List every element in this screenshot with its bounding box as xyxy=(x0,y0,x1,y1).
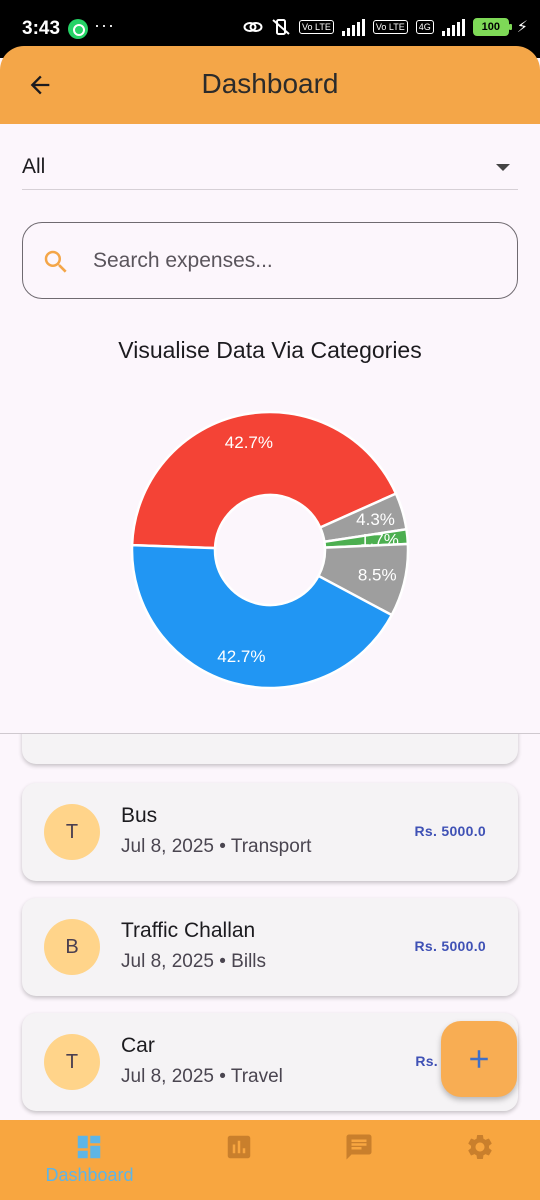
app-bar: Dashboard xyxy=(0,46,540,124)
settings-icon xyxy=(468,1135,492,1159)
category-avatar: T xyxy=(44,1034,100,1090)
nav-item-dashboard[interactable]: Dashboard xyxy=(22,1120,157,1200)
expense-card-partial[interactable] xyxy=(22,734,518,764)
nav-label-dashboard: Dashboard xyxy=(45,1165,134,1185)
dashboard-icon xyxy=(77,1135,101,1159)
expense-card[interactable]: T Bus Jul 8, 2025 • Transport Rs. 5000.0 xyxy=(22,783,518,881)
vibrate-off-icon xyxy=(272,19,290,35)
chart-slice-label: 4.3% xyxy=(356,510,395,529)
volte-icon: Vo LTE xyxy=(372,20,408,34)
expense-subtitle: Jul 8, 2025 • Bills xyxy=(121,951,267,972)
filter-selected-value: All xyxy=(22,155,46,178)
nav-item-messages[interactable] xyxy=(292,1120,427,1200)
expense-title: Traffic Challan xyxy=(121,919,256,942)
charging-icon: ⚡ xyxy=(516,19,528,36)
expense-title: Car xyxy=(121,1034,155,1057)
status-time: 3:43 xyxy=(22,18,61,39)
plus-icon xyxy=(470,1050,488,1068)
expense-card[interactable]: B Traffic Challan Jul 8, 2025 • Bills Rs… xyxy=(22,898,518,996)
search-input[interactable] xyxy=(93,241,493,281)
expense-subtitle: Jul 8, 2025 • Travel xyxy=(121,1066,283,1087)
chat-icon xyxy=(346,1134,372,1160)
search-box[interactable] xyxy=(22,222,518,299)
chart-slice-label: 42.7% xyxy=(225,433,273,452)
chart-slice-label: 8.5% xyxy=(358,565,397,584)
link-icon xyxy=(243,22,263,32)
chart-title: Visualise Data Via Categories xyxy=(118,337,422,363)
search-icon xyxy=(44,250,67,273)
network-4g-icon: 4G xyxy=(415,20,434,34)
page-title: Dashboard xyxy=(201,68,339,99)
expense-amount: Rs. 5000.0 xyxy=(414,938,486,954)
expense-amount: Rs. xyxy=(415,1053,438,1069)
expense-title: Bus xyxy=(121,804,158,827)
category-avatar: B xyxy=(44,919,100,975)
battery-icon: 100 xyxy=(472,18,512,36)
category-donut-chart: 42.7%4.3%1.7%8.5%42.7% xyxy=(130,410,410,690)
signal-icon xyxy=(341,18,365,36)
nav-item-settings[interactable] xyxy=(413,1120,540,1200)
whatsapp-icon xyxy=(68,19,88,39)
bottom-navigation: Dashboard xyxy=(0,1120,540,1200)
category-avatar: T xyxy=(44,804,100,860)
expense-subtitle: Jul 8, 2025 • Transport xyxy=(121,836,312,857)
dropdown-arrow-icon xyxy=(496,164,510,171)
volte-icon: Vo LTE xyxy=(299,20,334,34)
add-expense-button[interactable] xyxy=(441,1021,517,1097)
more-notifications-icon: ··· xyxy=(94,15,115,35)
nav-item-statistics[interactable] xyxy=(172,1120,307,1200)
category-filter-dropdown[interactable]: All xyxy=(22,142,518,190)
expense-amount: Rs. 5000.0 xyxy=(414,823,486,839)
signal-icon xyxy=(441,18,465,36)
chart-slice-label: 42.7% xyxy=(217,647,265,666)
bar-chart-icon xyxy=(227,1135,251,1159)
